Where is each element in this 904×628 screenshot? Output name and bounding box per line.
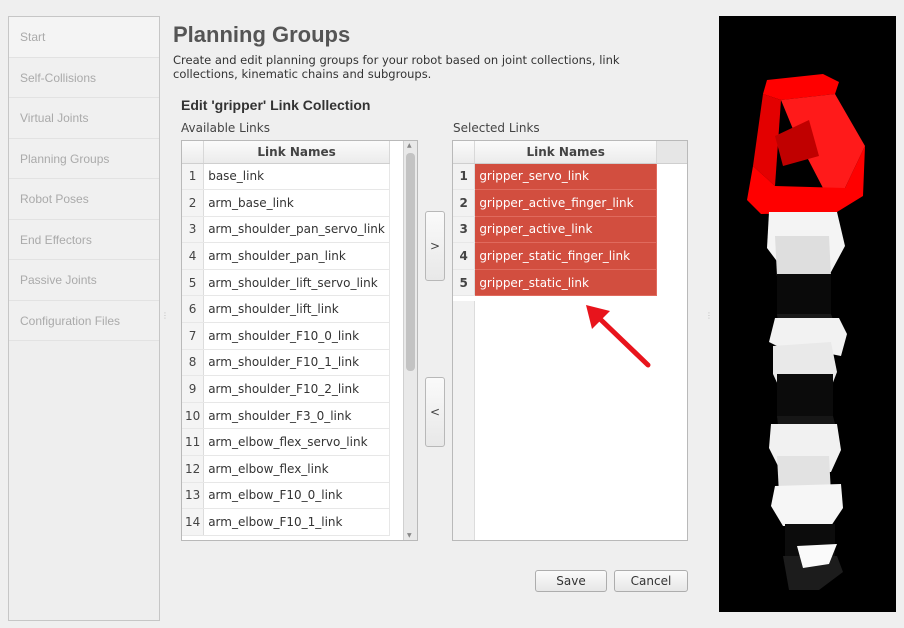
link-name-cell[interactable]: arm_elbow_flex_servo_link — [203, 428, 390, 457]
link-name-cell[interactable]: gripper_active_finger_link — [474, 189, 657, 217]
row-index[interactable]: 9 — [182, 375, 205, 403]
link-name-cell[interactable]: arm_base_link — [203, 189, 390, 217]
available-link-row[interactable]: 4 arm_shoulder_pan_link — [182, 242, 390, 270]
selected-links-label: Selected Links — [453, 121, 540, 135]
row-header-empty-area — [453, 301, 475, 540]
link-name-cell[interactable]: arm_shoulder_lift_link — [203, 295, 390, 324]
scroll-down-arrow-icon[interactable]: ▼ — [407, 532, 412, 539]
sidebar-item-configuration-files[interactable]: Configuration Files — [9, 300, 159, 341]
selected-link-row[interactable]: 5 gripper_static_link — [453, 269, 657, 297]
link-name-cell[interactable]: arm_shoulder_F10_2_link — [203, 375, 390, 403]
sidebar-item-passive-joints[interactable]: Passive Joints — [9, 260, 159, 301]
page-description: Create and edit planning groups for your… — [173, 53, 620, 81]
row-index[interactable]: 13 — [182, 482, 205, 510]
row-index[interactable]: 1 — [182, 163, 205, 191]
link-name-cell[interactable]: gripper_static_finger_link — [474, 242, 657, 270]
available-link-row[interactable]: 1 base_link — [182, 163, 390, 191]
row-index[interactable]: 6 — [182, 295, 205, 324]
row-index[interactable]: 11 — [182, 428, 205, 457]
available-links-label: Available Links — [181, 121, 270, 135]
add-link-button[interactable]: > — [425, 211, 445, 281]
sidebar-nav: Start Self-Collisions Virtual Joints Pla… — [8, 16, 160, 621]
selected-link-row[interactable]: 3 gripper_active_link — [453, 216, 657, 244]
scrollbar-thumb[interactable] — [406, 153, 415, 371]
available-link-row[interactable]: 8 arm_shoulder_F10_1_link — [182, 349, 390, 377]
link-name-cell[interactable]: arm_shoulder_F10_1_link — [203, 349, 390, 377]
selected-link-row[interactable]: 1 gripper_servo_link — [453, 163, 657, 191]
row-index[interactable]: 2 — [453, 189, 476, 217]
row-index[interactable]: 4 — [182, 242, 205, 270]
page-title: Planning Groups — [173, 22, 351, 47]
robot-3d-viewer[interactable] — [719, 16, 896, 612]
selected-link-row[interactable]: 4 gripper_static_finger_link — [453, 242, 657, 270]
column-header-link-names[interactable]: Link Names — [203, 141, 390, 164]
table-corner — [453, 141, 476, 164]
link-name-cell[interactable]: arm_shoulder_lift_servo_link — [203, 269, 390, 297]
link-name-cell[interactable]: arm_elbow_F10_1_link — [203, 508, 390, 536]
remove-link-button[interactable]: < — [425, 377, 445, 447]
sidebar-item-end-effectors[interactable]: End Effectors — [9, 219, 159, 260]
sidebar-item-virtual-joints[interactable]: Virtual Joints — [9, 98, 159, 139]
row-index[interactable]: 14 — [182, 508, 205, 536]
row-index[interactable]: 3 — [453, 216, 476, 244]
available-link-row[interactable]: 14 arm_elbow_F10_1_link — [182, 508, 390, 536]
row-index[interactable]: 5 — [182, 269, 205, 297]
link-name-cell[interactable]: base_link — [203, 163, 390, 191]
cancel-button[interactable]: Cancel — [614, 570, 688, 592]
row-index[interactable]: 1 — [453, 163, 476, 191]
selected-link-row[interactable]: 2 gripper_active_finger_link — [453, 189, 657, 217]
annotation-arrow-icon — [586, 305, 651, 368]
row-index[interactable]: 3 — [182, 216, 205, 244]
link-name-cell[interactable]: arm_shoulder_pan_servo_link — [203, 216, 390, 244]
available-link-row[interactable]: 9 arm_shoulder_F10_2_link — [182, 375, 390, 403]
available-link-row[interactable]: 5 arm_shoulder_lift_servo_link — [182, 269, 390, 297]
link-name-cell[interactable]: arm_elbow_flex_link — [203, 455, 390, 483]
sidebar-item-self-collisions[interactable]: Self-Collisions — [9, 57, 159, 98]
row-index[interactable]: 2 — [182, 189, 205, 217]
row-index[interactable]: 10 — [182, 402, 205, 430]
available-link-row[interactable]: 12 arm_elbow_flex_link — [182, 455, 390, 483]
link-name-cell[interactable]: arm_shoulder_F3_0_link — [203, 402, 390, 430]
link-name-cell[interactable]: gripper_static_link — [474, 269, 657, 297]
sidebar-splitter-handle[interactable]: ⋮ — [161, 311, 169, 320]
viewer-splitter-handle[interactable]: ⋮ — [705, 311, 713, 320]
header-filler — [655, 141, 687, 164]
table-corner — [182, 141, 205, 164]
row-index[interactable]: 8 — [182, 349, 205, 377]
available-link-row[interactable]: 13 arm_elbow_F10_0_link — [182, 482, 390, 510]
column-header-link-names[interactable]: Link Names — [474, 141, 657, 164]
available-link-row[interactable]: 10 arm_shoulder_F3_0_link — [182, 402, 390, 430]
available-link-row[interactable]: 11 arm_elbow_flex_servo_link — [182, 428, 390, 457]
available-links-scrollbar[interactable]: ▲ ▼ — [403, 141, 417, 540]
available-links-table[interactable]: Link Names 1 base_link 2 arm_base_link 3 arm_… — [181, 140, 418, 541]
available-link-row[interactable]: 2 arm_base_link — [182, 189, 390, 217]
row-index[interactable]: 5 — [453, 269, 476, 297]
link-name-cell[interactable]: arm_shoulder_F10_0_link — [203, 322, 390, 350]
sidebar-item-robot-poses[interactable]: Robot Poses — [9, 179, 159, 220]
scroll-up-arrow-icon[interactable]: ▲ — [407, 142, 412, 149]
available-link-row[interactable]: 6 arm_shoulder_lift_link — [182, 295, 390, 324]
sidebar-item-planning-groups[interactable]: Planning Groups — [9, 138, 159, 179]
available-link-row[interactable]: 7 arm_shoulder_F10_0_link — [182, 322, 390, 350]
link-name-cell[interactable]: arm_elbow_F10_0_link — [203, 482, 390, 510]
row-index[interactable]: 4 — [453, 242, 476, 270]
link-name-cell[interactable]: gripper_active_link — [474, 216, 657, 244]
link-name-cell[interactable]: gripper_servo_link — [474, 163, 657, 191]
link-name-cell[interactable]: arm_shoulder_pan_link — [203, 242, 390, 270]
collection-heading: Edit 'gripper' Link Collection — [181, 97, 371, 113]
save-button[interactable]: Save — [535, 570, 607, 592]
available-link-row[interactable]: 3 arm_shoulder_pan_servo_link — [182, 216, 390, 244]
row-index[interactable]: 12 — [182, 455, 205, 483]
sidebar-item-start[interactable]: Start — [9, 17, 159, 58]
row-index[interactable]: 7 — [182, 322, 205, 350]
